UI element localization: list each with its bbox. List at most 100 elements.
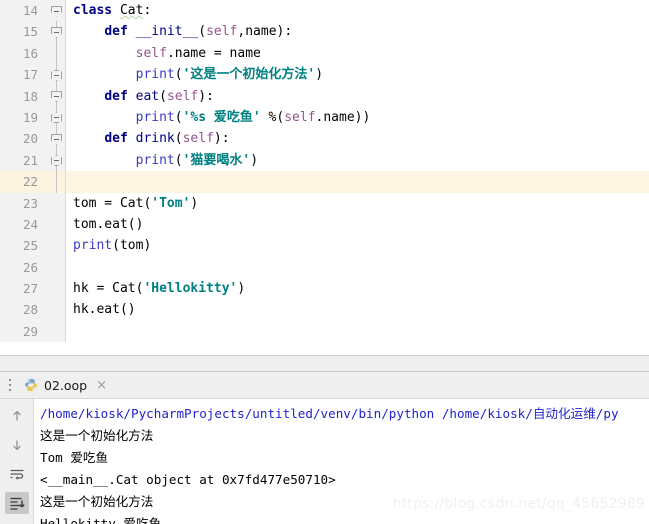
scroll-to-end-icon[interactable]: [4, 492, 29, 514]
fold-gutter[interactable]: [47, 299, 65, 321]
code-token: print: [135, 67, 175, 83]
code-token: :: [143, 3, 152, 18]
code-token: hk = Cat(: [73, 281, 144, 297]
fold-marker-icon[interactable]: [51, 155, 62, 167]
code-token: ): [315, 67, 324, 83]
fold-gutter[interactable]: [47, 21, 65, 43]
fold-marker-icon[interactable]: [51, 26, 62, 38]
line-number: 27: [0, 278, 47, 300]
console-line: Tom 爱吃鱼: [40, 450, 109, 465]
code-token: (: [159, 88, 167, 104]
code-line[interactable]: 21 print('猫要喝水'): [0, 149, 649, 172]
soft-wrap-icon[interactable]: [5, 463, 29, 485]
fold-gutter[interactable]: [47, 192, 65, 214]
code-line[interactable]: 23 tom = Cat('Tom'): [0, 192, 649, 214]
code-text: print('这是一个初始化方法'): [66, 64, 649, 85]
code-line[interactable]: 20 def drink(self):: [0, 128, 649, 150]
console-tab-bar: 02.oop ×: [0, 372, 649, 399]
fold-marker-icon[interactable]: [51, 133, 62, 145]
code-token: print: [135, 152, 175, 168]
tab-02-oop[interactable]: 02.oop ×: [14, 372, 113, 399]
code-line[interactable]: 27 hk = Cat('Hellokitty'): [0, 278, 649, 300]
line-number: 19: [0, 106, 47, 129]
code-token: class: [73, 3, 113, 18]
code-line[interactable]: 24 tom.eat(): [0, 213, 649, 236]
panel-drag-handle[interactable]: [2, 372, 14, 399]
code-line[interactable]: 22: [0, 171, 649, 193]
code-text: self.name = name: [66, 43, 649, 64]
code-token: self: [284, 109, 316, 125]
close-icon[interactable]: ×: [93, 379, 107, 392]
fold-gutter[interactable]: [47, 278, 65, 300]
code-token: (: [174, 109, 183, 125]
code-token: tom.eat(): [73, 216, 144, 232]
console-body: /home/kiosk/PycharmProjects/untitled/ven…: [0, 399, 649, 524]
fold-marker-icon[interactable]: [51, 91, 62, 103]
code-line[interactable]: 15 def __init__(self,name):: [0, 21, 649, 43]
fold-gutter[interactable]: [47, 149, 65, 172]
run-console-panel: 02.oop × /home/kiosk/PycharmProjects/unt…: [0, 372, 649, 524]
code-text: print(tom): [66, 235, 649, 256]
code-line[interactable]: 17 print('这是一个初始化方法'): [0, 64, 649, 86]
code-line[interactable]: 25 print(tom): [0, 235, 649, 257]
code-token: self: [166, 88, 199, 104]
python-icon: [25, 378, 37, 392]
code-token: 'Hellokitty': [143, 281, 238, 297]
line-number: 14: [0, 0, 47, 22]
code-token: (: [198, 24, 207, 40]
code-line[interactable]: 14 class Cat:: [0, 0, 649, 22]
fold-gutter[interactable]: [47, 235, 65, 257]
code-token: %(: [260, 109, 285, 125]
code-token: (: [174, 131, 183, 147]
code-token: ):: [198, 88, 214, 104]
line-number: 23: [0, 192, 47, 214]
code-line[interactable]: 16 self.name = name: [0, 42, 649, 65]
code-token: ):: [213, 131, 230, 147]
code-line[interactable]: 26: [0, 256, 649, 279]
code-line[interactable]: 29: [0, 320, 649, 343]
fold-gutter[interactable]: [47, 0, 65, 22]
code-text: class Cat:: [66, 0, 649, 21]
fold-gutter[interactable]: [47, 42, 65, 65]
fold-marker-icon[interactable]: [51, 5, 62, 17]
line-number: 21: [0, 149, 47, 172]
down-arrow-icon[interactable]: [5, 434, 29, 456]
fold-gutter[interactable]: [47, 85, 65, 107]
fold-marker-icon[interactable]: [51, 112, 62, 124]
code-line[interactable]: 19 print('%s 爱吃鱼' %(self.name)): [0, 106, 649, 129]
line-number: 17: [0, 64, 47, 86]
code-token: (tom): [112, 238, 152, 254]
fold-gutter[interactable]: [47, 106, 65, 129]
fold-gutter[interactable]: [47, 171, 65, 193]
code-token: '%s 爱吃鱼': [182, 109, 261, 125]
fold-gutter[interactable]: [47, 128, 65, 150]
fold-marker-icon[interactable]: [51, 69, 62, 81]
console-toolbar: [0, 399, 34, 524]
line-number: 20: [0, 128, 47, 150]
code-text: tom = Cat('Tom'): [66, 193, 649, 214]
fold-gutter[interactable]: [47, 256, 65, 279]
fold-gutter[interactable]: [47, 213, 65, 236]
code-line[interactable]: 28 hk.eat(): [0, 299, 649, 321]
fold-gutter[interactable]: [47, 320, 65, 343]
fold-gutter[interactable]: [47, 64, 65, 86]
code-token: self: [206, 24, 238, 40]
code-token: hk.eat(): [73, 302, 136, 318]
indent-guide: [56, 171, 57, 193]
code-token: '猫要喝水': [182, 152, 251, 168]
code-line[interactable]: 18 def eat(self):: [0, 85, 649, 107]
console-output[interactable]: /home/kiosk/PycharmProjects/untitled/ven…: [34, 399, 649, 524]
code-editor[interactable]: 14 class Cat: 15 def __init__(self,name): 1…: [0, 0, 649, 355]
console-line: 这是一个初始化方法: [40, 494, 154, 509]
editor-console-splitter[interactable]: [0, 355, 649, 372]
up-arrow-icon[interactable]: [5, 405, 29, 427]
